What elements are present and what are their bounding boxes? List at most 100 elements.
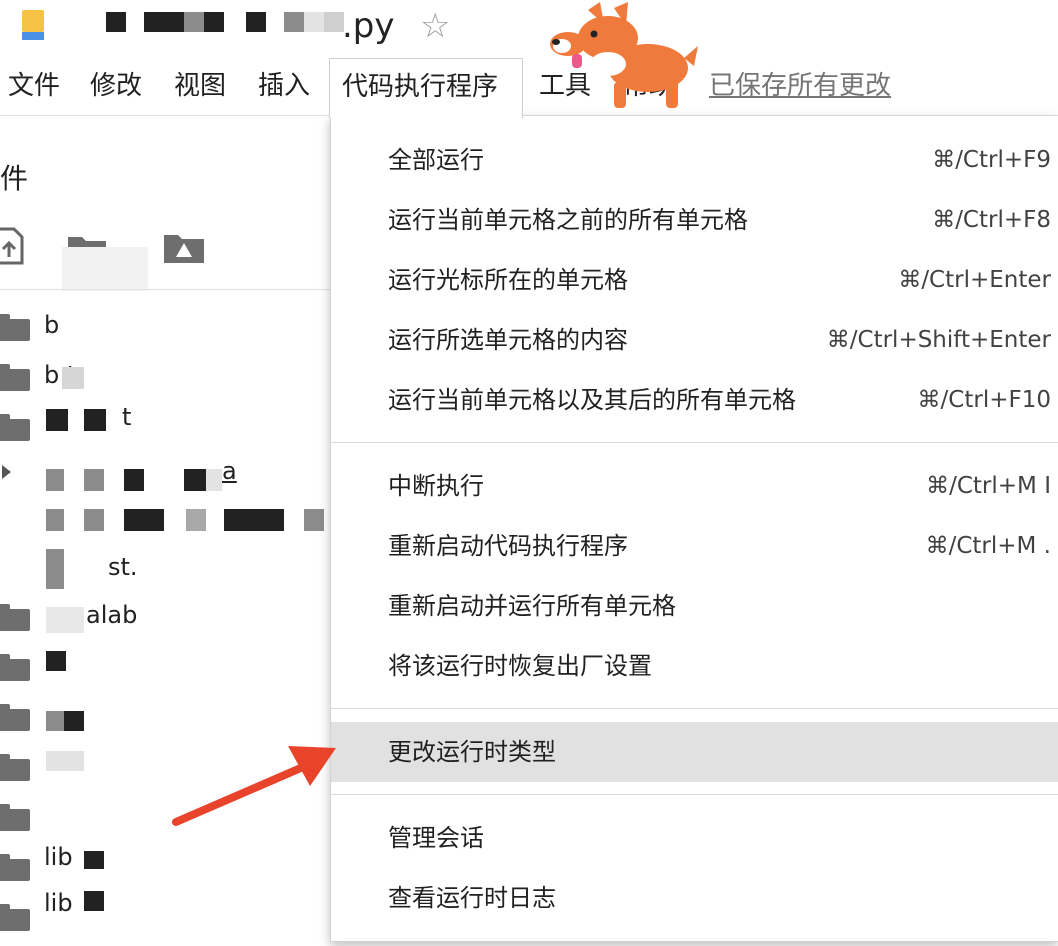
redacted-block <box>324 12 344 32</box>
redacted-block <box>186 509 206 531</box>
star-icon[interactable]: ☆ <box>420 6 450 46</box>
menu-divider <box>331 708 1058 709</box>
menu-item-shortcut: ⌘/Ctrl+M I <box>926 473 1051 499</box>
menu-item-shortcut: ⌘/Ctrl+F8 <box>932 207 1051 233</box>
redacted-block <box>46 651 66 671</box>
menu-item-run-selection[interactable]: 运行所选单元格的内容 ⌘/Ctrl+Shift+Enter <box>331 310 1058 370</box>
sidebar-title: 件 <box>0 162 29 195</box>
redacted-block <box>284 12 304 32</box>
menu-item-label: 运行当前单元格以及其后的所有单元格 <box>388 386 796 414</box>
menu-item-factory-reset[interactable]: 将该运行时恢复出厂设置 <box>331 636 1058 696</box>
file-item-label[interactable]: a <box>222 457 237 485</box>
redacted-block <box>84 409 106 431</box>
upload-icon[interactable] <box>0 227 24 265</box>
menu-item-run-before[interactable]: 运行当前单元格之前的所有单元格 ⌘/Ctrl+F8 <box>331 190 1058 250</box>
menu-item-label: 全部运行 <box>388 146 484 174</box>
menu-item-label: 管理会话 <box>388 824 484 852</box>
menu-item-shortcut: ⌘/Ctrl+F10 <box>917 387 1051 413</box>
redacted-block <box>46 751 84 771</box>
menu-item-view-runtime-logs[interactable]: 查看运行时日志 <box>331 868 1058 928</box>
redacted-block <box>204 12 224 32</box>
folder-icon <box>0 754 30 781</box>
redacted-block <box>84 851 104 869</box>
redacted-block <box>84 891 104 911</box>
redacted-block <box>246 12 266 32</box>
redacted-block <box>46 607 84 633</box>
redacted-block <box>144 12 184 32</box>
sidebar-divider <box>0 289 330 290</box>
redacted-block <box>46 509 64 531</box>
redacted-block <box>184 12 204 32</box>
menu-item-label: 运行所选单元格的内容 <box>388 326 628 354</box>
redacted-block <box>46 409 68 431</box>
redacted-block <box>84 509 104 531</box>
redacted-block <box>224 509 284 531</box>
menu-item-label: 重新启动并运行所有单元格 <box>388 592 676 620</box>
file-item-label[interactable]: lib <box>44 843 73 871</box>
folder-icon <box>0 364 30 391</box>
folder-icon <box>0 804 30 831</box>
menu-item-shortcut: ⌘/Ctrl+Enter <box>898 267 1051 293</box>
file-item-label[interactable]: t <box>122 403 131 431</box>
notebook-title[interactable]: .py <box>342 6 395 46</box>
redacted-block <box>62 367 84 389</box>
menu-divider <box>331 442 1058 443</box>
menu-item-label: 查看运行时日志 <box>388 884 556 912</box>
menu-item-label: 将该运行时恢复出厂设置 <box>388 652 652 680</box>
menu-divider <box>331 794 1058 795</box>
google-drive-icon[interactable] <box>162 231 206 265</box>
menu-item-change-runtime-type[interactable]: 更改运行时类型 <box>331 722 1058 782</box>
saved-status-link[interactable]: 已保存所有更改 <box>709 58 891 114</box>
redacted-block <box>106 12 126 32</box>
corgi-mascot-icon <box>550 2 698 108</box>
folder-icon <box>0 854 30 881</box>
menu-edit[interactable]: 修改 <box>90 58 142 116</box>
menu-item-shortcut: ⌘/Ctrl+M . <box>925 533 1051 559</box>
file-item-label[interactable]: alab <box>86 601 137 629</box>
file-item-label[interactable]: b <box>44 311 59 339</box>
folder-icon <box>0 414 30 441</box>
redacted-block <box>184 469 206 491</box>
title-bar: .py ☆ <box>0 0 1058 58</box>
menu-bar: 文件 修改 视图 插入 代码执行程序 工具 帮助 已保存所有更改 <box>0 58 1058 118</box>
redacted-block <box>304 509 324 531</box>
file-item-label[interactable]: lib <box>44 889 73 917</box>
menu-item-label: 更改运行时类型 <box>388 738 556 766</box>
menu-item-label: 运行当前单元格之前的所有单元格 <box>388 206 748 234</box>
redacted-block <box>124 509 164 531</box>
folder-icon <box>0 314 30 341</box>
runtime-dropdown-menu: 全部运行 ⌘/Ctrl+F9 运行当前单元格之前的所有单元格 ⌘/Ctrl+F8… <box>330 116 1058 942</box>
colab-logo-icon <box>22 10 44 40</box>
menu-item-label: 运行光标所在的单元格 <box>388 266 628 294</box>
expand-arrow-icon[interactable] <box>2 465 11 479</box>
menu-item-label: 中断执行 <box>388 472 484 500</box>
redacted-block <box>46 549 64 589</box>
menu-item-shortcut: ⌘/Ctrl+F9 <box>932 147 1051 173</box>
menu-item-label: 重新启动代码执行程序 <box>388 532 628 560</box>
folder-icon <box>0 904 30 931</box>
redacted-block <box>46 711 66 731</box>
redacted-block <box>84 469 104 491</box>
folder-icon <box>0 704 30 731</box>
menu-runtime[interactable]: 代码执行程序 <box>329 58 523 118</box>
file-item-label[interactable]: st. <box>108 553 138 581</box>
menu-item-restart-run-all[interactable]: 重新启动并运行所有单元格 <box>331 576 1058 636</box>
menu-item-shortcut: ⌘/Ctrl+Shift+Enter <box>826 327 1051 353</box>
folder-icon <box>0 604 30 631</box>
menu-view[interactable]: 视图 <box>174 58 226 116</box>
menu-item-run-focused[interactable]: 运行光标所在的单元格 ⌘/Ctrl+Enter <box>331 250 1058 310</box>
menu-item-interrupt[interactable]: 中断执行 ⌘/Ctrl+M I <box>331 456 1058 516</box>
red-arrow-annotation-icon <box>172 746 336 826</box>
redacted-block <box>62 247 148 291</box>
redacted-block <box>206 469 222 491</box>
menu-item-run-after[interactable]: 运行当前单元格以及其后的所有单元格 ⌘/Ctrl+F10 <box>331 370 1058 430</box>
redacted-block <box>304 12 324 32</box>
menu-item-manage-sessions[interactable]: 管理会话 <box>331 808 1058 868</box>
redacted-block <box>46 469 64 491</box>
redacted-block <box>124 469 144 491</box>
menu-file[interactable]: 文件 <box>8 58 60 116</box>
menu-item-restart[interactable]: 重新启动代码执行程序 ⌘/Ctrl+M . <box>331 516 1058 576</box>
menu-insert[interactable]: 插入 <box>258 58 310 116</box>
menu-item-run-all[interactable]: 全部运行 ⌘/Ctrl+F9 <box>331 130 1058 190</box>
folder-icon <box>0 654 30 681</box>
